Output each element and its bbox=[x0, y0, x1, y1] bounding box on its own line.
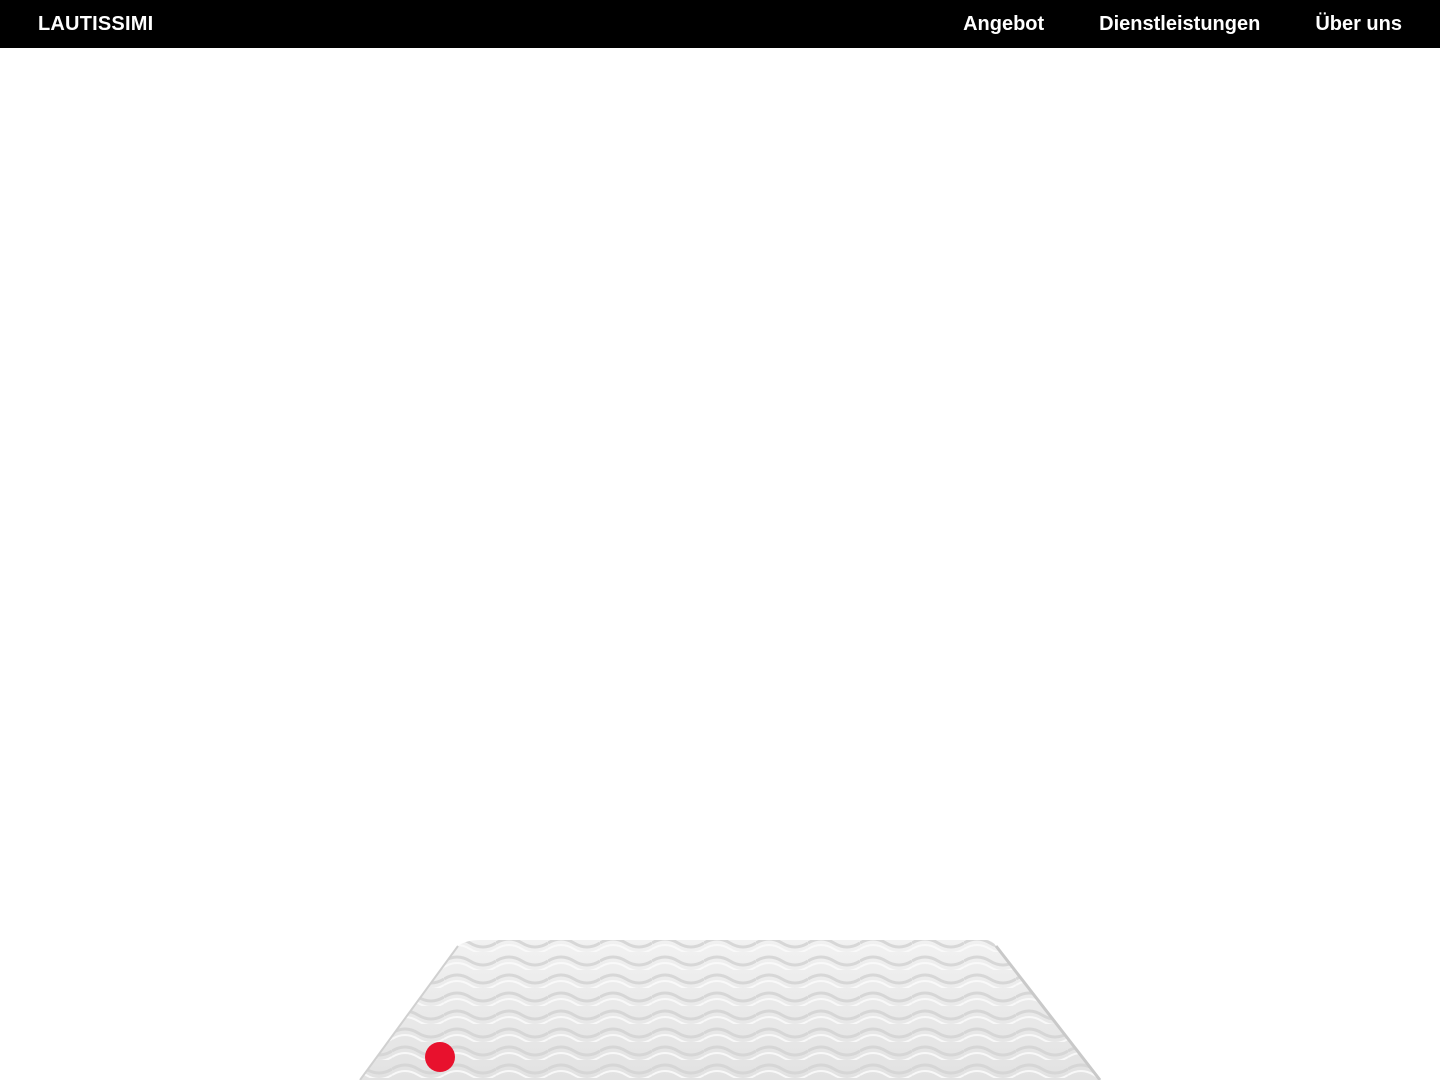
mattress-illustration bbox=[359, 940, 1102, 1081]
hotspot-dot-icon[interactable] bbox=[425, 1042, 455, 1072]
brand-logo-link[interactable]: LAUTISSIMI bbox=[38, 13, 153, 36]
nav-link-ueber-uns[interactable]: Über uns bbox=[1315, 13, 1402, 36]
nav-link-angebot[interactable]: Angebot bbox=[963, 13, 1044, 36]
nav-link-dienstleistungen[interactable]: Dienstleistungen bbox=[1099, 13, 1260, 36]
top-navigation-bar: LAUTISSIMI Angebot Dienstleistungen Über… bbox=[0, 0, 1440, 48]
main-nav: Angebot Dienstleistungen Über uns bbox=[963, 13, 1402, 36]
mattress-topper-image bbox=[340, 880, 1120, 1081]
